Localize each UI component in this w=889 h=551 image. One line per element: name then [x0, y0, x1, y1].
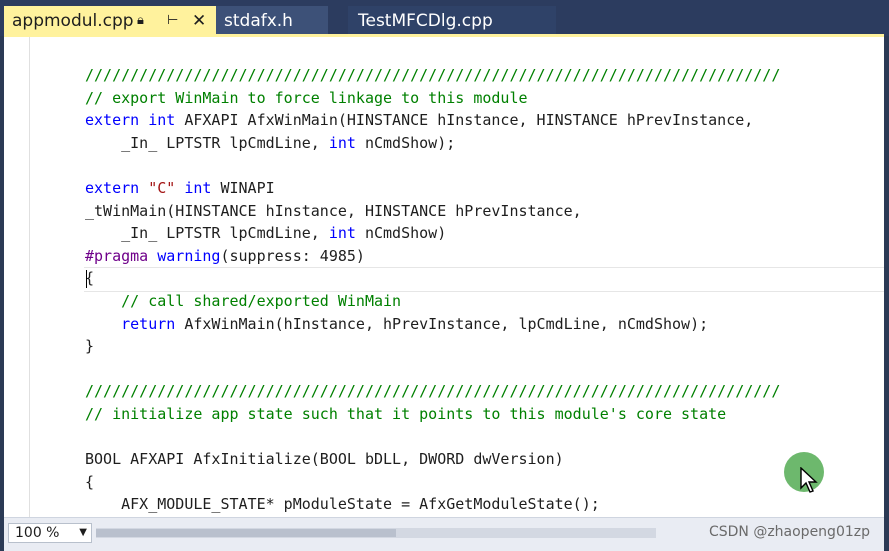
- watermark: CSDN @zhaopeng01zp: [708, 524, 870, 540]
- code-token: {: [85, 472, 95, 491]
- code-token-kw: extern: [85, 178, 140, 197]
- editor-status-strip: 100 % ▼ CSDN @zhaopeng01zp: [4, 517, 884, 551]
- code-token: (suppress: 4985): [220, 246, 365, 265]
- code-editor[interactable]: ////////////////////////////////////////…: [4, 37, 884, 517]
- scrollbar-thumb[interactable]: [96, 529, 396, 537]
- code-token-pp: #pragma: [85, 246, 149, 265]
- code-line[interactable]: _In_ LPTSTR lpCmdLine, int nCmdShow);: [85, 132, 780, 155]
- chevron-down-icon: ▼: [79, 527, 87, 538]
- code-line[interactable]: _In_ LPTSTR lpCmdLine, int nCmdShow): [85, 222, 780, 245]
- code-token: }: [85, 337, 95, 356]
- code-line[interactable]: ////////////////////////////////////////…: [85, 380, 780, 403]
- code-token: _tWinMain(HINSTANCE hInstance, HINSTANCE…: [85, 201, 582, 220]
- pin-icon[interactable]: ⊢: [167, 6, 178, 36]
- code-token: _In_ LPTSTR lpCmdLine,: [85, 224, 329, 243]
- code-line[interactable]: BOOL AFXAPI AfxInitialize(BOOL bDLL, DWO…: [85, 448, 780, 471]
- code-line[interactable]: {: [85, 267, 780, 290]
- code-token: BOOL AFXAPI AfxInitialize(BOOL bDLL, DWO…: [85, 450, 564, 469]
- code-token-kw: int: [184, 178, 212, 197]
- tab-testmfcdlg-cpp[interactable]: TestMFCDlg.cpp: [348, 6, 556, 36]
- code-token-kw: int: [148, 111, 176, 130]
- code-token: AFX_MODULE_STATE* pModuleState = AfxGetM…: [85, 495, 600, 514]
- code-token: nCmdShow): [355, 224, 447, 243]
- tab-label: TestMFCDlg.cpp: [358, 11, 493, 31]
- code-token: AFXAPI AfxWinMain(HINSTANCE hInstance, H…: [175, 111, 754, 130]
- tab-label: stdafx.h: [224, 11, 293, 31]
- code-line[interactable]: ​: [85, 426, 780, 449]
- code-token-cm: ////////////////////////////////////////…: [85, 382, 781, 401]
- code-token: AfxWinMain(hInstance, hPrevInstance, lpC…: [175, 314, 709, 333]
- code-token-kw: warning: [157, 246, 221, 265]
- code-token: WINAPI: [211, 178, 275, 197]
- code-line[interactable]: ​: [85, 154, 780, 177]
- code-line[interactable]: _tWinMain(HINSTANCE hInstance, HINSTANCE…: [85, 200, 780, 223]
- tab-appmodul-cpp[interactable]: appmodul.cpp 🔒︎ ⊢ ✕: [4, 6, 216, 36]
- tab-label: appmodul.cpp: [12, 11, 134, 31]
- zoom-value: 100 %: [15, 525, 60, 541]
- code-token: _In_ LPTSTR lpCmdLine,: [85, 133, 329, 152]
- editor-gutter: [4, 37, 30, 517]
- code-line[interactable]: extern "C" int WINAPI: [85, 177, 780, 200]
- code-token-cm: // export WinMain to force linkage to th…: [85, 88, 528, 107]
- code-line[interactable]: ​: [85, 358, 780, 381]
- close-icon[interactable]: ✕: [192, 6, 206, 36]
- code-token-st: "C": [148, 178, 176, 197]
- mouse-pointer-icon: [800, 467, 818, 493]
- code-line[interactable]: return AfxWinMain(hInstance, hPrevInstan…: [85, 313, 780, 336]
- lock-icon: 🔒︎: [137, 13, 144, 28]
- code-line[interactable]: AFX_MODULE_STATE* pModuleState = AfxGetM…: [85, 493, 780, 516]
- code-token-cm: ////////////////////////////////////////…: [85, 66, 781, 84]
- code-line[interactable]: }: [85, 335, 780, 358]
- code-token-kw: return: [121, 314, 176, 333]
- code-token-cm: // call shared/exported WinMain: [121, 291, 402, 310]
- zoom-dropdown[interactable]: 100 % ▼: [8, 523, 92, 543]
- code-token-kw: int: [328, 224, 356, 243]
- code-line[interactable]: #pragma warning(suppress: 4985): [85, 245, 780, 268]
- tab-stdafx-h[interactable]: stdafx.h: [216, 6, 328, 36]
- code-line[interactable]: // initialize app state such that it poi…: [85, 403, 780, 426]
- code-line[interactable]: {: [85, 471, 780, 494]
- code-line[interactable]: extern int AFXAPI AfxWinMain(HINSTANCE h…: [85, 109, 780, 132]
- document-tab-strip: appmodul.cpp 🔒︎ ⊢ ✕ stdafx.h TestMFCDlg.…: [0, 0, 889, 36]
- code-line[interactable]: // call shared/exported WinMain: [85, 290, 780, 313]
- horizontal-scrollbar[interactable]: [96, 528, 656, 538]
- code-token: nCmdShow);: [355, 133, 456, 152]
- code-token-kw: int: [328, 133, 356, 152]
- code-token-kw: extern: [85, 111, 140, 130]
- source-code[interactable]: ////////////////////////////////////////…: [85, 64, 780, 516]
- code-line[interactable]: ////////////////////////////////////////…: [85, 64, 780, 87]
- text-caret: [86, 270, 87, 288]
- code-token-cm: // initialize app state such that it poi…: [85, 404, 727, 423]
- code-line[interactable]: // export WinMain to force linkage to th…: [85, 87, 780, 110]
